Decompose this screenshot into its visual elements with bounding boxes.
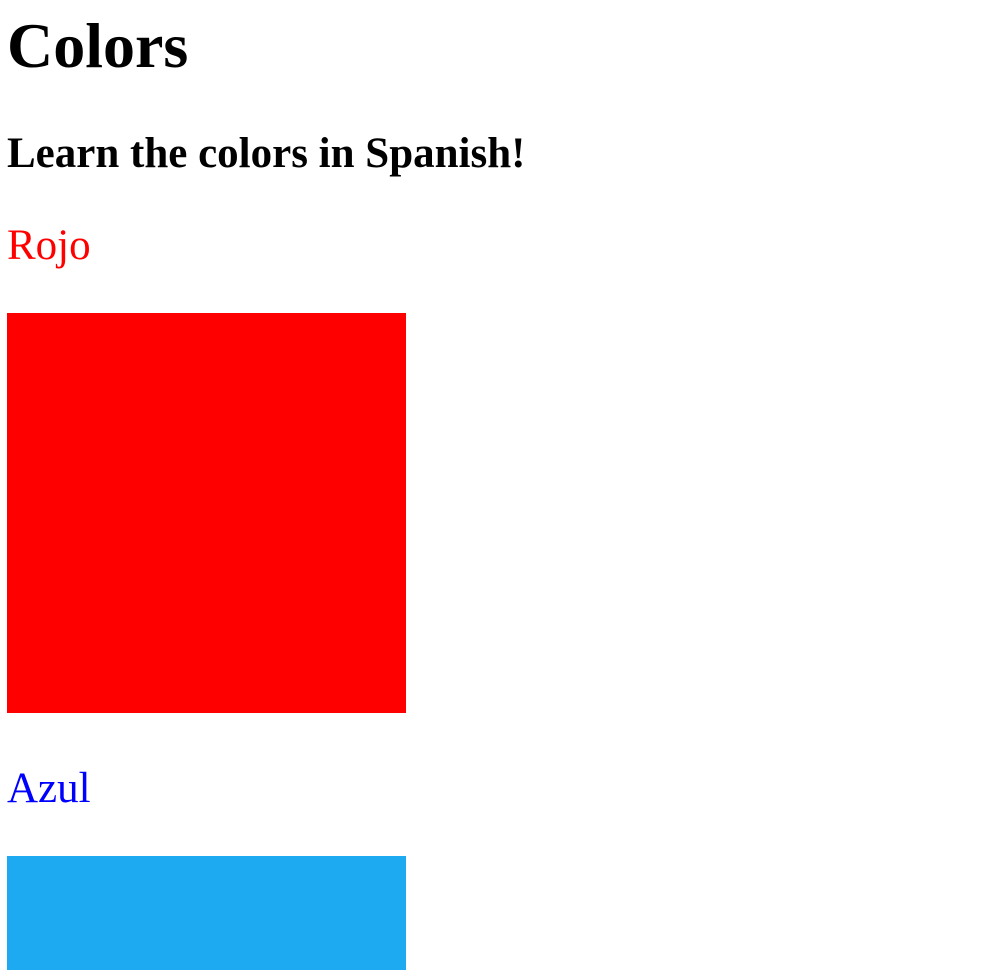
color-swatch-rojo (7, 313, 406, 713)
color-swatch-azul (7, 856, 406, 970)
page-title: Colors (7, 10, 189, 81)
color-label-rojo: Rojo (7, 222, 91, 269)
page-subtitle: Learn the colors in Spanish! (7, 130, 526, 177)
color-label-azul: Azul (7, 765, 91, 812)
page: Colors Learn the colors in Spanish! Rojo… (0, 0, 1003, 970)
